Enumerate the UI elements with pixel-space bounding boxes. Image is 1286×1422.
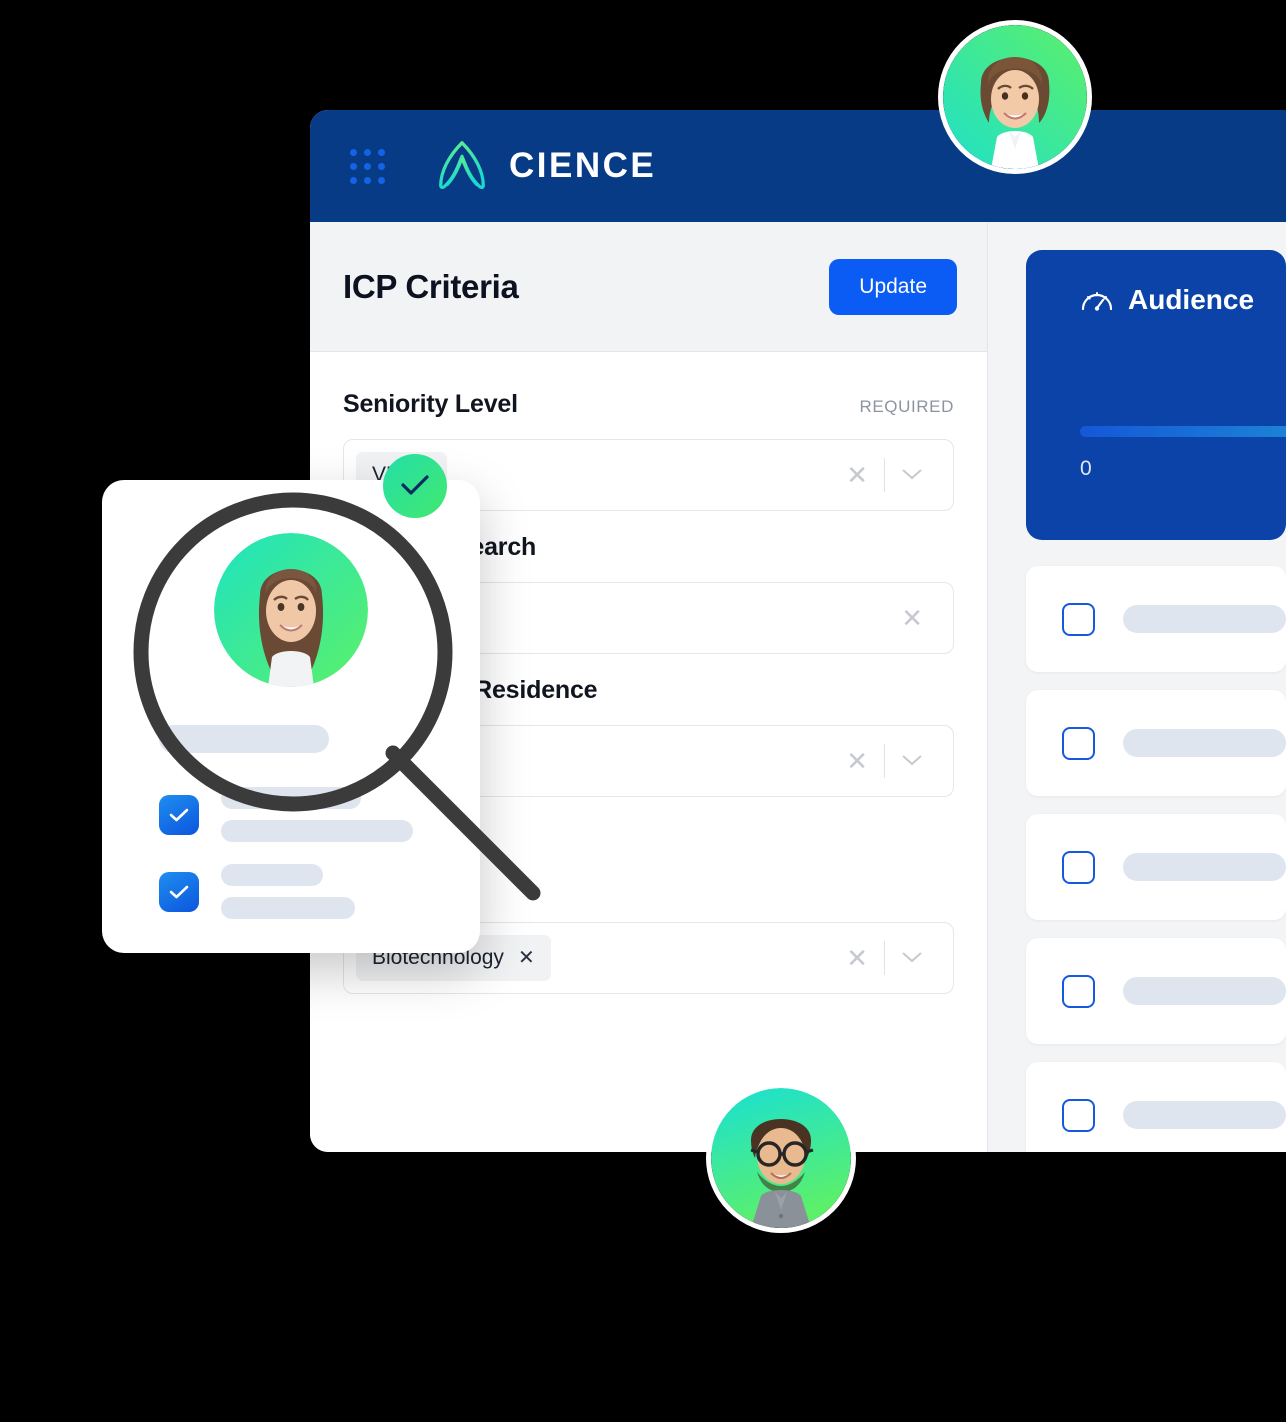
- list-item[interactable]: [1026, 814, 1286, 920]
- clear-icon[interactable]: ✕: [830, 462, 884, 488]
- audience-list: [1026, 566, 1286, 1152]
- magnifier-handle-icon: [385, 745, 541, 901]
- audience-card: Audience 0: [1026, 250, 1286, 540]
- green-check-badge: [383, 454, 447, 518]
- app-topbar: CIENCE: [310, 110, 1286, 222]
- check-icon: [401, 475, 429, 495]
- page-title: ICP Criteria: [343, 267, 519, 305]
- list-item[interactable]: [1026, 1062, 1286, 1152]
- skeleton-bar: [1123, 853, 1286, 881]
- audience-panel: Audience 0: [988, 222, 1286, 1152]
- audience-title: Audience: [1128, 284, 1255, 315]
- list-item[interactable]: [159, 864, 413, 919]
- audience-progress-bar: [1080, 426, 1286, 437]
- control-actions: ✕: [885, 605, 939, 631]
- control-actions: ✕: [830, 744, 939, 778]
- checkbox-checked[interactable]: [159, 871, 199, 912]
- chip-remove-icon[interactable]: ✕: [518, 948, 535, 968]
- chevron-down-icon[interactable]: [885, 465, 939, 486]
- skeleton-bar: [1123, 977, 1286, 1005]
- skeleton-lines: [221, 864, 355, 919]
- brand[interactable]: CIENCE: [433, 137, 656, 195]
- checkbox-unchecked[interactable]: [1062, 1098, 1095, 1132]
- avatar: [938, 20, 1092, 174]
- list-item[interactable]: [1026, 690, 1286, 796]
- control-actions: ✕: [830, 941, 939, 975]
- field-required-badge: REQUIRED: [859, 397, 954, 416]
- cience-logo-mark: [439, 141, 485, 189]
- list-item[interactable]: [1026, 566, 1286, 672]
- checkbox-unchecked[interactable]: [1062, 974, 1095, 1008]
- checkbox-unchecked[interactable]: [1062, 850, 1095, 884]
- checkbox-unchecked[interactable]: [1062, 726, 1095, 760]
- skeleton-bar: [221, 897, 355, 919]
- audience-progress: 0: [1080, 426, 1286, 481]
- skeleton-bar: [1123, 1101, 1286, 1129]
- update-button[interactable]: Update: [829, 258, 957, 315]
- skeleton-bar: [1123, 605, 1286, 633]
- control-actions: ✕: [830, 458, 939, 492]
- audience-value: 0: [1080, 457, 1092, 480]
- gauge-icon: [1081, 292, 1113, 311]
- screenshot-stage: CIENCE ICP Criteria Update Seniority Lev…: [0, 0, 1286, 1422]
- audience-header: Audience: [1080, 284, 1286, 316]
- app-grid-icon[interactable]: [350, 148, 385, 184]
- avatar: [706, 1083, 856, 1233]
- clear-icon[interactable]: ✕: [885, 605, 939, 631]
- skeleton-bar: [1123, 729, 1286, 757]
- checkbox-unchecked[interactable]: [1062, 602, 1095, 636]
- field-header: Seniority Level REQUIRED: [343, 390, 954, 419]
- list-item[interactable]: [1026, 938, 1286, 1044]
- skeleton-bar: [221, 864, 323, 886]
- clear-icon[interactable]: ✕: [830, 748, 884, 774]
- field-label: Seniority Level: [343, 390, 518, 418]
- clear-icon[interactable]: ✕: [830, 945, 884, 971]
- chevron-down-icon[interactable]: [885, 948, 939, 969]
- chevron-down-icon[interactable]: [885, 751, 939, 772]
- woman-short-hair-avatar: [943, 25, 1087, 169]
- criteria-subheader: ICP Criteria Update: [310, 222, 987, 352]
- brand-name: CIENCE: [509, 146, 657, 185]
- man-glasses-avatar: [711, 1088, 851, 1228]
